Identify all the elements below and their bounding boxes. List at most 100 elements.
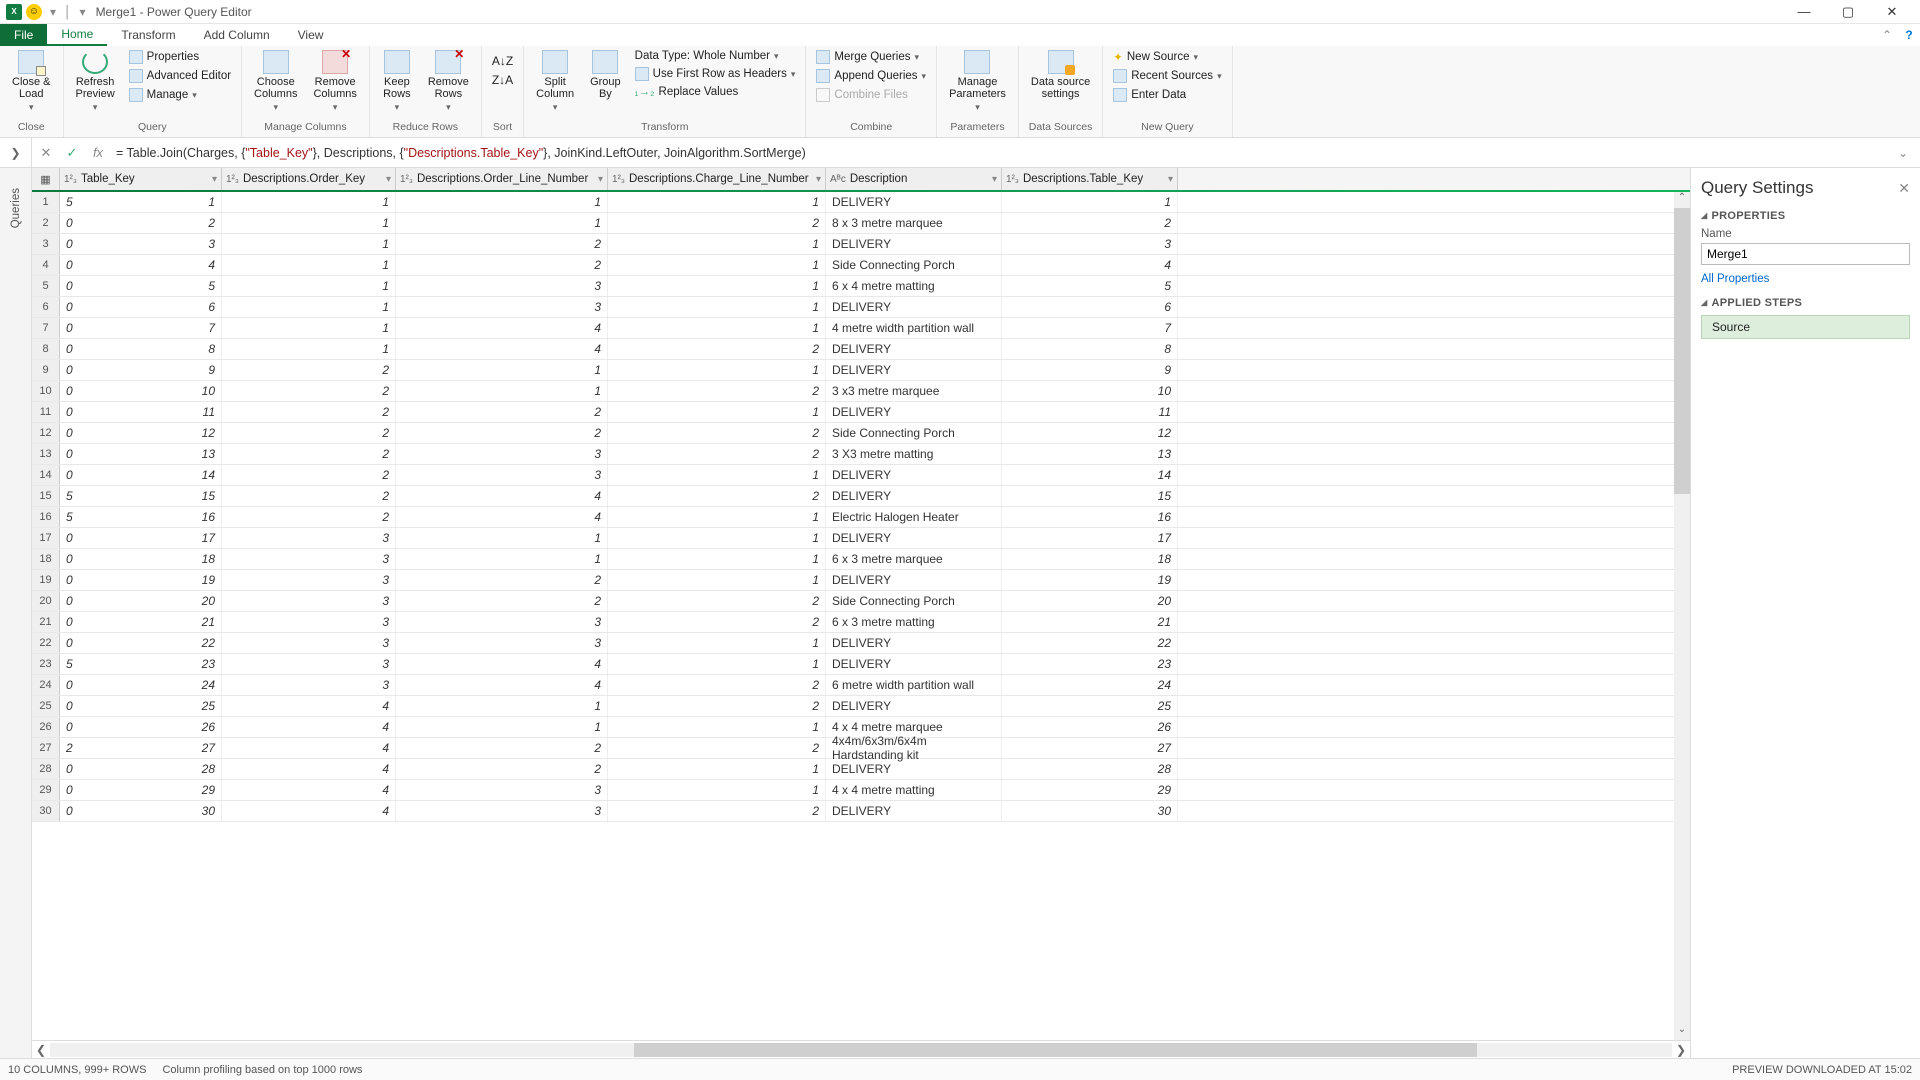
column-header[interactable]: AᴮcDescription▾ bbox=[826, 168, 1002, 190]
cell[interactable]: 21 bbox=[1002, 612, 1178, 632]
row-number[interactable]: 18 bbox=[32, 549, 60, 569]
cell[interactable]: 8 bbox=[1002, 339, 1178, 359]
cell[interactable]: DELIVERY bbox=[826, 192, 1002, 212]
cell[interactable]: 10 bbox=[1002, 381, 1178, 401]
row-number[interactable]: 10 bbox=[32, 381, 60, 401]
cell[interactable]: 19 bbox=[1002, 570, 1178, 590]
cell[interactable]: 3 bbox=[396, 465, 608, 485]
cell[interactable]: DELIVERY bbox=[826, 297, 1002, 317]
row-number[interactable]: 5 bbox=[32, 276, 60, 296]
cell[interactable]: DELIVERY bbox=[826, 696, 1002, 716]
cell[interactable]: 25 bbox=[1002, 696, 1178, 716]
cell[interactable]: 1 bbox=[608, 297, 826, 317]
data-source-settings-button[interactable]: Data source settings bbox=[1025, 48, 1096, 102]
cell[interactable]: 017 bbox=[60, 528, 222, 548]
cell[interactable]: 8 x 3 metre marquee bbox=[826, 213, 1002, 233]
row-number[interactable]: 3 bbox=[32, 234, 60, 254]
cell[interactable]: 3 bbox=[222, 549, 396, 569]
row-number[interactable]: 29 bbox=[32, 780, 60, 800]
cell[interactable]: DELIVERY bbox=[826, 234, 1002, 254]
qat-dropdown-icon[interactable]: ▾ bbox=[50, 5, 56, 19]
cell[interactable]: 22 bbox=[1002, 633, 1178, 653]
properties-button[interactable]: Properties bbox=[125, 48, 235, 66]
cell[interactable]: 014 bbox=[60, 465, 222, 485]
choose-columns-button[interactable]: Choose Columns▾ bbox=[248, 48, 303, 115]
row-number[interactable]: 12 bbox=[32, 423, 60, 443]
cell[interactable]: 2 bbox=[396, 255, 608, 275]
refresh-preview-button[interactable]: Refresh Preview ▾ bbox=[70, 48, 121, 115]
cell[interactable]: 523 bbox=[60, 654, 222, 674]
cell[interactable]: 27 bbox=[1002, 738, 1178, 758]
cell[interactable]: 3 bbox=[1002, 234, 1178, 254]
cell[interactable]: 2 bbox=[222, 423, 396, 443]
cell[interactable]: 4 bbox=[222, 801, 396, 821]
cell[interactable]: Electric Halogen Heater bbox=[826, 507, 1002, 527]
table-row[interactable]: 22022331DELIVERY22 bbox=[32, 633, 1690, 654]
table-row[interactable]: 404121Side Connecting Porch4 bbox=[32, 255, 1690, 276]
cell[interactable]: 3 bbox=[396, 801, 608, 821]
tab-add-column[interactable]: Add Column bbox=[190, 24, 284, 46]
cell[interactable]: 1 bbox=[608, 570, 826, 590]
all-properties-link[interactable]: All Properties bbox=[1701, 273, 1910, 285]
merge-queries-button[interactable]: Merge Queries ▾ bbox=[812, 48, 930, 66]
select-all-corner[interactable]: ▦ bbox=[32, 168, 60, 190]
cell[interactable]: 4 x 4 metre matting bbox=[826, 780, 1002, 800]
new-source-button[interactable]: ✦New Source ▾ bbox=[1109, 48, 1225, 66]
column-header[interactable]: 1²₃Descriptions.Order_Key▾ bbox=[222, 168, 396, 190]
cell[interactable]: 3 X3 metre matting bbox=[826, 444, 1002, 464]
cell[interactable]: 08 bbox=[60, 339, 222, 359]
row-number[interactable]: 8 bbox=[32, 339, 60, 359]
cell[interactable]: 3 bbox=[396, 276, 608, 296]
cell[interactable]: 6 x 4 metre matting bbox=[826, 276, 1002, 296]
cell[interactable]: 03 bbox=[60, 234, 222, 254]
cell[interactable]: 013 bbox=[60, 444, 222, 464]
cell[interactable]: 2 bbox=[222, 360, 396, 380]
table-row[interactable]: 30030432DELIVERY30 bbox=[32, 801, 1690, 822]
table-row[interactable]: 28028421DELIVERY28 bbox=[32, 759, 1690, 780]
cell[interactable]: 028 bbox=[60, 759, 222, 779]
table-row[interactable]: 2021128 x 3 metre marquee2 bbox=[32, 213, 1690, 234]
row-number[interactable]: 2 bbox=[32, 213, 60, 233]
table-row[interactable]: 151111DELIVERY1 bbox=[32, 192, 1690, 213]
cell[interactable]: 2 bbox=[608, 612, 826, 632]
cell[interactable]: 4 metre width partition wall bbox=[826, 318, 1002, 338]
cell[interactable]: 11 bbox=[1002, 402, 1178, 422]
cell[interactable]: 1 bbox=[222, 192, 396, 212]
cell[interactable]: 1 bbox=[608, 549, 826, 569]
cell[interactable]: 2 bbox=[608, 486, 826, 506]
cell[interactable]: 4 bbox=[396, 318, 608, 338]
cell[interactable]: 515 bbox=[60, 486, 222, 506]
cell[interactable]: 2 bbox=[608, 381, 826, 401]
cell[interactable]: 2 bbox=[608, 675, 826, 695]
cell[interactable]: 7 bbox=[1002, 318, 1178, 338]
query-settings-close-icon[interactable]: ✕ bbox=[1898, 180, 1910, 197]
cell[interactable]: 2 bbox=[396, 423, 608, 443]
row-number[interactable]: 11 bbox=[32, 402, 60, 422]
cell[interactable]: 4 bbox=[396, 486, 608, 506]
cell[interactable]: 3 bbox=[222, 654, 396, 674]
cell[interactable]: 1 bbox=[222, 234, 396, 254]
cell[interactable]: 2 bbox=[1002, 213, 1178, 233]
cell[interactable]: 2 bbox=[608, 423, 826, 443]
cell[interactable]: 2 bbox=[608, 444, 826, 464]
fx-icon[interactable]: fx bbox=[90, 145, 106, 160]
applied-steps-header[interactable]: APPLIED STEPS bbox=[1701, 297, 1910, 309]
cell[interactable]: 2 bbox=[396, 738, 608, 758]
cell[interactable]: 3 bbox=[222, 528, 396, 548]
table-row[interactable]: 606131DELIVERY6 bbox=[32, 297, 1690, 318]
cell[interactable]: 2 bbox=[396, 234, 608, 254]
cell[interactable]: 516 bbox=[60, 507, 222, 527]
cell[interactable]: 4 bbox=[396, 654, 608, 674]
cell[interactable]: 1 bbox=[1002, 192, 1178, 212]
smiley-icon[interactable]: ☺ bbox=[26, 4, 42, 20]
cell[interactable]: 4 bbox=[1002, 255, 1178, 275]
cell[interactable]: 3 bbox=[222, 612, 396, 632]
cell[interactable]: DELIVERY bbox=[826, 465, 1002, 485]
close-and-load-button[interactable]: Close & Load ▾ bbox=[6, 48, 57, 115]
cell[interactable]: 20 bbox=[1002, 591, 1178, 611]
cell[interactable]: 29 bbox=[1002, 780, 1178, 800]
cell[interactable]: 1 bbox=[608, 234, 826, 254]
cell[interactable]: 3 x3 metre marquee bbox=[826, 381, 1002, 401]
cell[interactable]: 1 bbox=[222, 339, 396, 359]
cell[interactable]: 6 x 3 metre matting bbox=[826, 612, 1002, 632]
